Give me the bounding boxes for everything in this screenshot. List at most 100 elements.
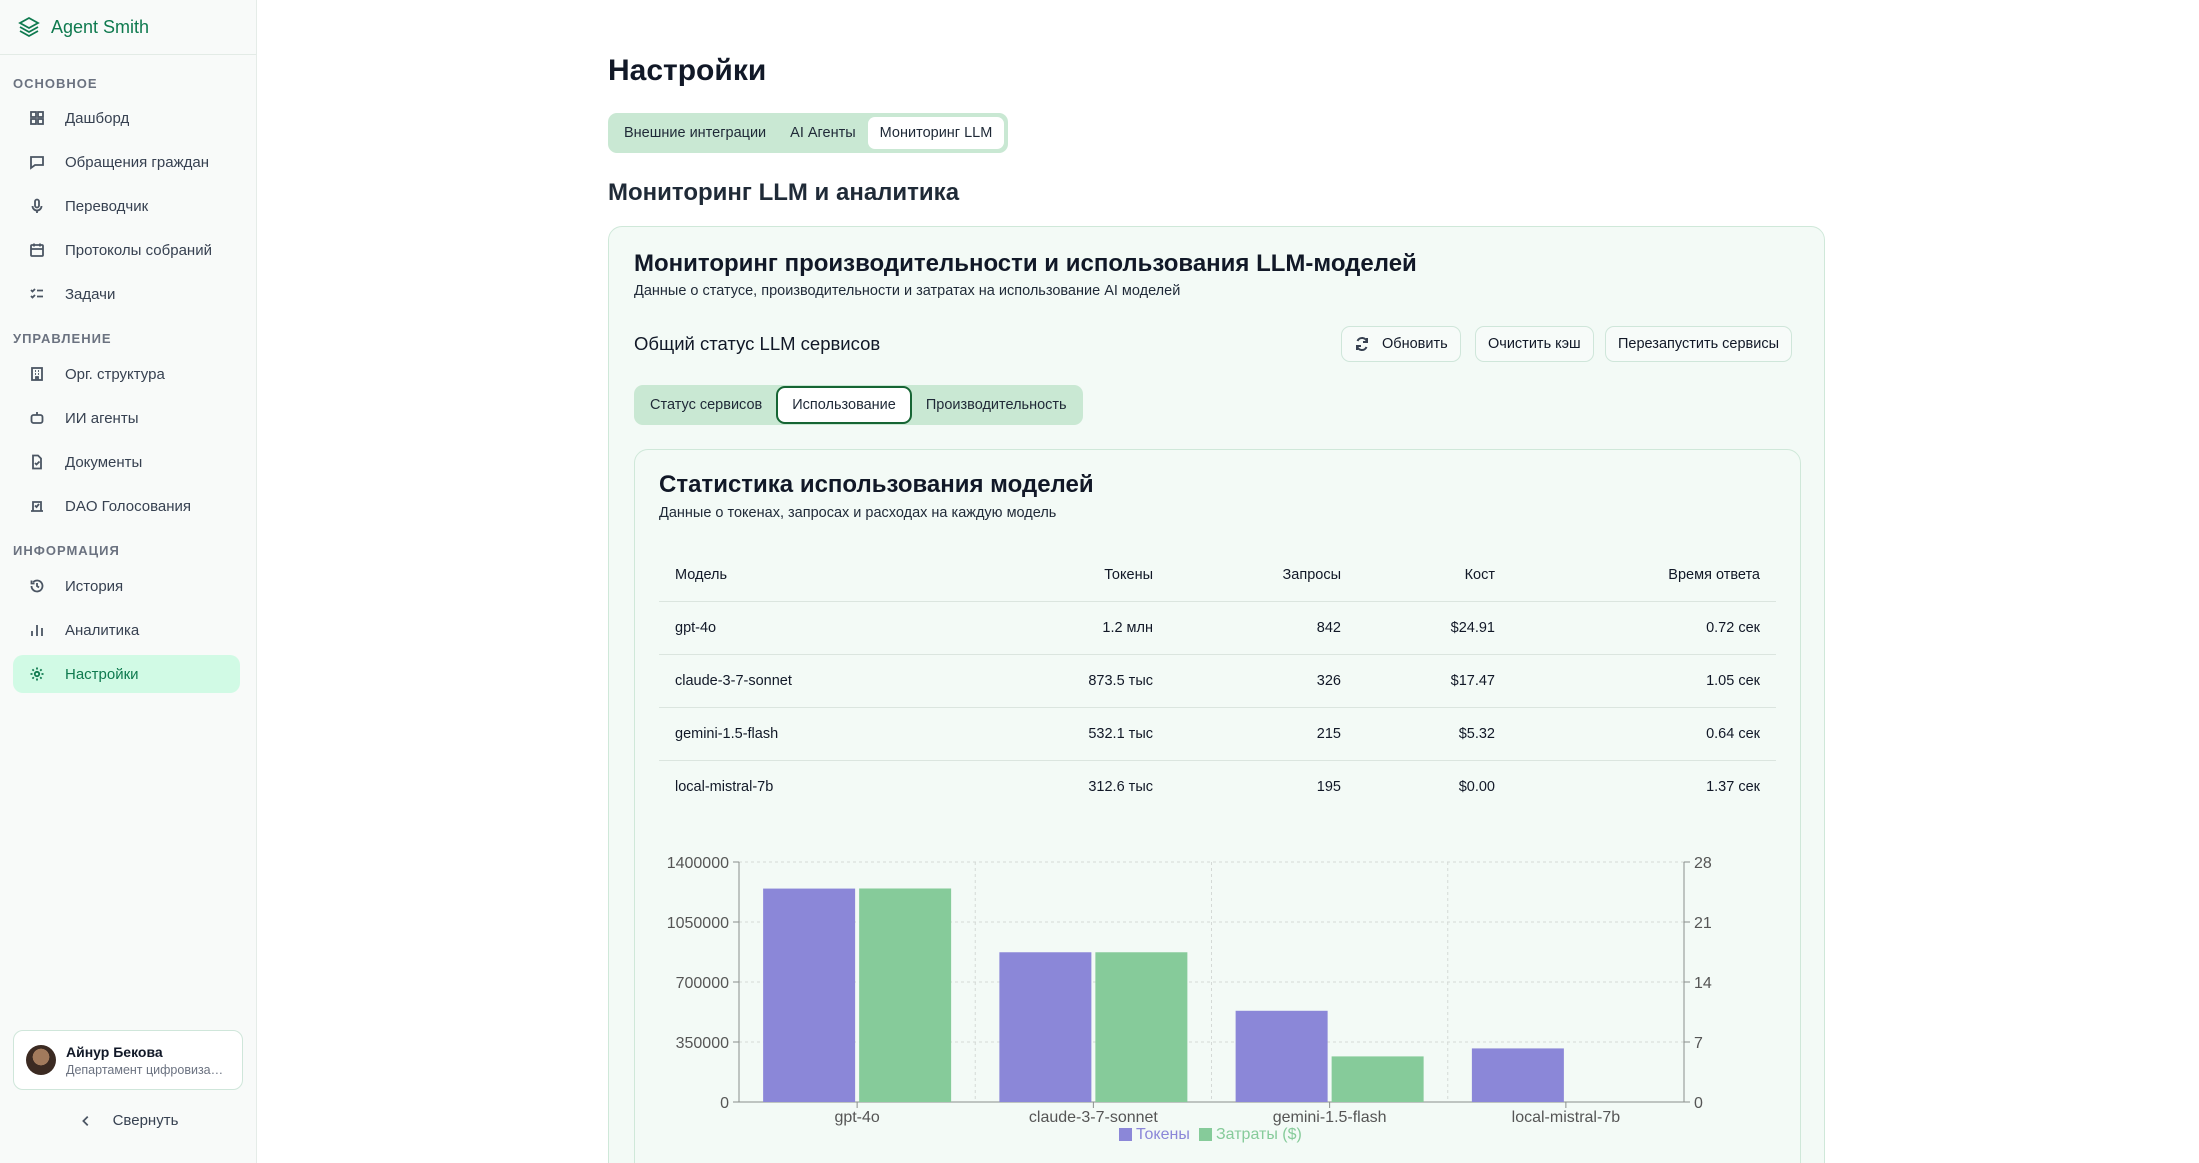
cell-response-time: 0.64 сек — [1511, 707, 1776, 761]
mic-icon — [31, 198, 43, 213]
legend-label: Затраты ($) — [1216, 1126, 1302, 1143]
usage-description: Данные о токенах, запросах и расходах на… — [659, 505, 1057, 521]
refresh-label: Обновить — [1382, 336, 1448, 352]
sidebar-item-settings[interactable]: Настройки — [13, 655, 240, 693]
y-tick-label-left: 0 — [720, 1095, 729, 1112]
restart-services-button[interactable]: Перезапустить сервисы — [1605, 326, 1793, 362]
cell-requests: 195 — [1316, 778, 1341, 795]
cell-model: claude-3-7-sonnet — [659, 654, 959, 708]
y-tick-label-left: 1400000 — [667, 855, 729, 872]
tab-ai-agents[interactable]: AI Агенты — [778, 117, 868, 149]
card-title: Мониторинг производительности и использо… — [634, 250, 1417, 277]
sidebar-item-label: Настройки — [65, 665, 139, 683]
y-tick-label-left: 1050000 — [667, 915, 729, 932]
cell-response-time: 1.05 сек — [1511, 654, 1776, 708]
settings-tabs: Внешние интеграции AI Агенты Мониторинг … — [608, 113, 1009, 153]
sidebar-item-label: Обращения граждан — [65, 153, 209, 171]
table-row: gpt-4o 1.2 млн 842 $24.91 0.72 сек — [659, 601, 1776, 655]
bar — [1235, 1010, 1328, 1102]
table-header-row: Модель Токены Запросы Кост Время ответа — [659, 550, 1776, 602]
sidebar-item-label: Аналитика — [65, 621, 140, 639]
sidebar-item-tasks[interactable]: Задачи — [13, 275, 240, 313]
sidebar-item-history[interactable]: История — [13, 567, 240, 605]
y-tick-label-left: 700000 — [676, 975, 729, 992]
avatar — [26, 1045, 56, 1075]
vote-icon — [31, 501, 43, 512]
cell-requests: 326 — [1169, 654, 1357, 708]
collapse-button[interactable]: Свернуть — [0, 1112, 257, 1129]
cell-cost: $24.91 — [1357, 601, 1511, 655]
gear-icon — [30, 667, 44, 681]
refresh-button[interactable]: Обновить — [1341, 326, 1461, 362]
x-tick-label: gpt-4o — [834, 1109, 879, 1126]
layers-icon — [18, 16, 40, 38]
col-tokens: Токены — [959, 550, 1169, 602]
sidebar: Agent Smith ОСНОВНОЕ Дашборд Обращения г… — [0, 0, 257, 1163]
sidebar-item-label: DAO Голосования — [65, 497, 192, 515]
list-check-icon — [30, 288, 43, 299]
sidebar-item-translator[interactable]: Переводчик — [13, 187, 240, 225]
legend-swatch — [1199, 1128, 1212, 1141]
building-icon — [31, 367, 43, 381]
section-title-management: УПРАВЛЕНИЕ — [13, 331, 112, 346]
card-description: Данные о статусе, производительности и з… — [634, 283, 1181, 299]
bar — [859, 888, 952, 1102]
tab-integrations[interactable]: Внешние интеграции — [612, 117, 778, 149]
monitoring-card: Мониторинг производительности и использо… — [608, 226, 1825, 1163]
cell-tokens: 532.1 тыс — [959, 707, 1169, 761]
sidebar-item-agents[interactable]: ИИ агенты — [13, 399, 240, 437]
user-card[interactable]: Айнур Бекова Департамент цифровизации — [13, 1030, 243, 1090]
refresh-icon — [1356, 336, 1368, 352]
legend-label: Токены — [1136, 1126, 1190, 1143]
sidebar-item-dashboard[interactable]: Дашборд — [13, 99, 240, 137]
grid-icon — [30, 111, 44, 125]
brand[interactable]: Agent Smith — [0, 0, 256, 55]
usage-title: Статистика использования моделей — [659, 471, 1094, 498]
bar — [999, 952, 1092, 1102]
col-cost: Кост — [1357, 550, 1511, 602]
table-row: gemini-1.5-flash 532.1 тыс 215 $5.32 0.6… — [659, 707, 1776, 761]
y-tick-label-right: 21 — [1694, 915, 1712, 932]
sidebar-item-documents[interactable]: Документы — [13, 443, 240, 481]
history-icon — [30, 579, 44, 593]
cell-requests: 842 — [1169, 601, 1357, 655]
table-row: claude-3-7-sonnet 873.5 тыс 326 $17.47 1… — [659, 654, 1776, 708]
cell-cost: $5.32 — [1357, 707, 1511, 761]
sidebar-item-label: Протоколы собраний — [65, 241, 212, 259]
user-name: Айнур Бекова — [66, 1043, 163, 1060]
clear-cache-label: Очистить кэш — [1488, 336, 1581, 352]
sidebar-item-protocols[interactable]: Протоколы собраний — [13, 231, 240, 269]
sidebar-item-label: Переводчик — [65, 197, 149, 215]
usage-chart: 0 350000 700000 1050000 1400000 0 7 14 21 28 gpt-4… — [667, 855, 1712, 1143]
cell-tokens: 312.6 тыс — [1088, 778, 1153, 795]
tab-performance[interactable]: Производительность — [912, 386, 1081, 424]
monitoring-tabs: Статус сервисов Использование Производит… — [634, 385, 1083, 425]
sidebar-item-appeals[interactable]: Обращения граждан — [13, 143, 240, 181]
cell-cost: $0.00 — [1458, 778, 1495, 795]
tab-usage[interactable]: Использование — [776, 386, 912, 424]
sidebar-item-label: Задачи — [65, 285, 116, 303]
x-tick-label: local-mistral-7b — [1512, 1109, 1621, 1126]
section-title-main: ОСНОВНОЕ — [13, 76, 98, 91]
tab-llm-monitoring[interactable]: Мониторинг LLM — [867, 117, 1005, 149]
cell-model: gpt-4o — [659, 601, 959, 655]
sidebar-item-label: Документы — [65, 453, 143, 471]
cell-tokens: 1.2 млн — [959, 601, 1169, 655]
sidebar-item-dao[interactable]: DAO Голосования — [13, 487, 240, 525]
sidebar-item-label: ИИ агенты — [65, 409, 139, 427]
cell-response-time: 1.37 сек — [1706, 778, 1760, 795]
chevron-left-icon — [81, 1115, 88, 1126]
tab-service-status[interactable]: Статус сервисов — [636, 386, 776, 424]
cell-tokens: 873.5 тыс — [959, 654, 1169, 708]
bar-chart-icon — [31, 625, 43, 636]
sidebar-item-label: История — [65, 577, 124, 595]
bar — [1331, 1056, 1424, 1102]
restart-label: Перезапустить сервисы — [1618, 336, 1780, 352]
clear-cache-button[interactable]: Очистить кэш — [1475, 326, 1594, 362]
sidebar-item-org[interactable]: Орг. структура — [13, 355, 240, 393]
app-name: Agent Smith — [51, 16, 150, 37]
status-title: Общий статус LLM сервисов — [634, 333, 881, 354]
legend-swatch — [1119, 1128, 1132, 1141]
sidebar-item-analytics[interactable]: Аналитика — [13, 611, 240, 649]
col-response-time: Время ответа — [1511, 550, 1776, 602]
